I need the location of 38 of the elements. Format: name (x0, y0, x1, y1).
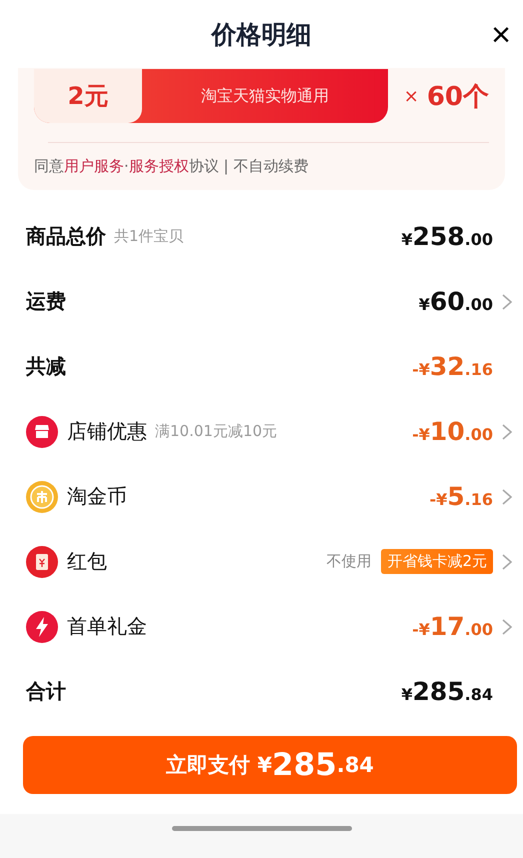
price-text: -¥5.16 (429, 482, 493, 511)
lightning-icon (26, 610, 58, 642)
price-text: -¥17.00 (412, 612, 493, 641)
multiply-sign: × (404, 86, 419, 106)
chevron-right-icon[interactable] (501, 292, 513, 310)
chevron-right-icon[interactable] (501, 488, 513, 506)
row-label: 合计 (26, 678, 66, 705)
shop-icon (26, 416, 58, 448)
row-label: 红包 (67, 548, 107, 575)
promo-badge[interactable]: 开省钱卡减2元 (381, 549, 493, 574)
row-label: 首单礼金 (67, 613, 147, 640)
price-text: -¥10.00 (412, 417, 493, 446)
chevron-right-icon[interactable] (501, 552, 513, 570)
user-service-link[interactable]: 用户服务 (64, 157, 124, 175)
coupon-subtitle: 淘宝天猫实物通用 (200, 84, 330, 106)
close-button[interactable]: × (487, 18, 515, 52)
coupon-value: 2元 (34, 69, 142, 123)
not-used-text: 不使用 (326, 552, 372, 571)
row-note: 满10.01元减10元 (155, 422, 278, 441)
row-note: 共1件宝贝 (114, 227, 184, 246)
price-text: -¥32.16 (412, 352, 493, 381)
authorization-link[interactable]: 服务授权 (128, 157, 189, 175)
row-label: 淘金币 (67, 483, 127, 510)
coin-icon (26, 480, 58, 512)
agreement-text: 同意用户服务·服务授权协议 | 不自动续费 (34, 157, 310, 176)
page-title: 价格明细 (212, 18, 312, 50)
pay-now-button[interactable]: 立即支付 ¥285.84 (23, 736, 517, 794)
price-text: ¥258.00 (401, 222, 493, 251)
row-label: 运费 (26, 288, 66, 315)
row-label: 店铺优惠 (67, 418, 147, 445)
chevron-right-icon[interactable] (501, 422, 513, 440)
row-label: 共减 (26, 353, 66, 380)
price-text: ¥285.84 (401, 677, 493, 706)
chevron-right-icon[interactable] (501, 618, 513, 636)
row-label: 商品总价 (26, 223, 106, 250)
envelope-icon (26, 546, 58, 578)
price-text: ¥60.00 (418, 287, 493, 316)
coupon-count: 60个 (426, 80, 489, 114)
